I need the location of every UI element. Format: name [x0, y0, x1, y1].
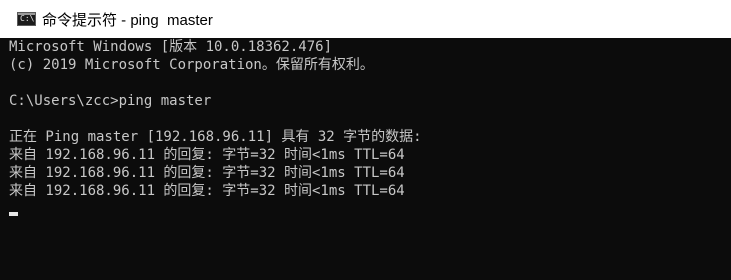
- console-line: 来自 192.168.96.11 的回复: 字节=32 时间<1ms TTL=6…: [9, 147, 405, 163]
- cmd-window: C:\ 命令提示符 - ping master Microsoft Window…: [0, 0, 731, 280]
- console-line: 正在 Ping master [192.168.96.11] 具有 32 字节的…: [9, 129, 422, 145]
- console-line: (c) 2019 Microsoft Corporation。保留所有权利。: [9, 57, 374, 73]
- console-line: Microsoft Windows [版本 10.0.18362.476]: [9, 39, 333, 55]
- text-cursor: [9, 212, 18, 216]
- title-bar[interactable]: C:\ 命令提示符 - ping master: [0, 0, 731, 38]
- console-cursor-line: [9, 200, 731, 218]
- console-line: 来自 192.168.96.11 的回复: 字节=32 时间<1ms TTL=6…: [9, 165, 405, 181]
- window-title: 命令提示符 - ping master: [42, 11, 213, 29]
- cmd-icon[interactable]: C:\: [17, 12, 36, 26]
- console-line: 来自 192.168.96.11 的回复: 字节=32 时间<1ms TTL=6…: [9, 183, 405, 199]
- console-line: C:\Users\zcc>ping master: [9, 93, 212, 109]
- console-output[interactable]: Microsoft Windows [版本 10.0.18362.476] (c…: [0, 38, 731, 280]
